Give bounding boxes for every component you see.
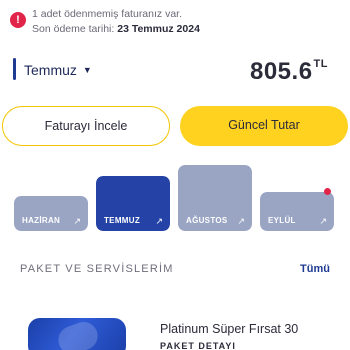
due-date-value: 23 Temmuz 2024 (117, 23, 200, 35)
alert-due-date: Son ödeme tarihi: 23 Temmuz 2024 (32, 23, 200, 35)
chart-bar-1[interactable]: TEMMUZ ↗ (96, 176, 170, 231)
current-amount-button[interactable]: Güncel Tutar (180, 106, 348, 146)
arrow-up-right-icon: ↗ (237, 216, 245, 226)
alert-message: 1 adet ödenmemiş faturanız var. (32, 8, 182, 20)
monthly-bill-chart: HAZİRAN ↗ TEMMUZ ↗ AĞUSTOS ↗ EYLÜL ↗ (14, 163, 336, 231)
alert-dot-icon (324, 188, 331, 195)
arrow-up-right-icon: ↗ (155, 216, 163, 226)
package-detail-label[interactable]: PAKET DETAYI (160, 341, 236, 350)
package-card-image[interactable] (28, 318, 126, 350)
chevron-down-icon: ▼ (82, 65, 92, 75)
chart-bar-0[interactable]: HAZİRAN ↗ (14, 196, 88, 231)
package-name[interactable]: Platinum Süper Fırsat 30 (160, 322, 298, 336)
month-dropdown[interactable]: Temmuz ▼ (24, 62, 92, 78)
chart-bar-3[interactable]: EYLÜL ↗ (260, 192, 334, 231)
currency-label: TL (313, 58, 328, 70)
see-all-link[interactable]: Tümü (300, 263, 330, 275)
invoice-period-row: Temmuz ▼ 805.6TL (0, 52, 350, 92)
amount-value: 805.6 (249, 58, 313, 85)
accent-bar (13, 58, 16, 80)
chart-bar-2[interactable]: AĞUSTOS ↗ (178, 165, 252, 231)
unpaid-invoice-alert: ! 1 adet ödenmemiş faturanız var. Son öd… (8, 6, 338, 40)
invoice-amount: 805.6TL (250, 58, 328, 86)
exclamation-icon: ! (10, 12, 26, 28)
due-date-label: Son ödeme tarihi: (32, 23, 115, 35)
arrow-up-right-icon: ↗ (319, 216, 327, 226)
month-dropdown-value: Temmuz (24, 62, 77, 78)
view-invoice-button[interactable]: Faturayı İncele (2, 106, 170, 146)
arrow-up-right-icon: ↗ (73, 216, 81, 226)
section-title: PAKET VE SERVİSLERİM (20, 263, 174, 275)
